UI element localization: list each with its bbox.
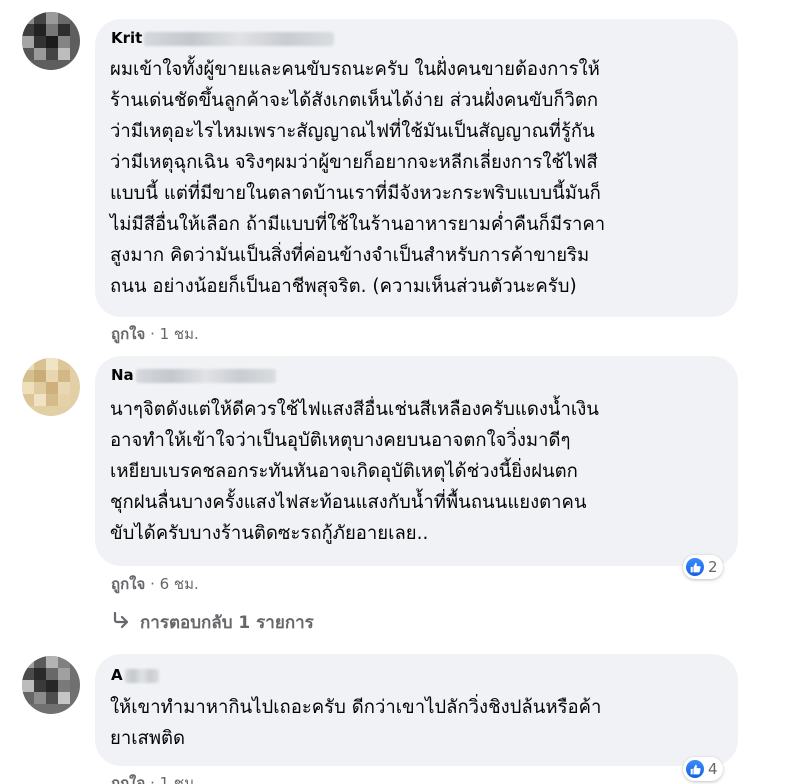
- thumbs-up-icon: [686, 760, 704, 778]
- blurred-name: [124, 668, 159, 683]
- blurred-name: [135, 368, 276, 383]
- comment-line: ชุกฝนลื่นบางครั้งแสงไฟสะท้อนแสงกับน้ำที่…: [110, 492, 587, 513]
- comment-text: ผมเข้าใจทั้งผู้ขายและคนขับรถนะครับ ในฝั่…: [110, 54, 605, 302]
- comment-line: ไม่มีสีอื่นให้เลือก ถ้ามีแบบที่ใช้ในร้าน…: [110, 214, 606, 235]
- comment-author[interactable]: Krit: [111, 29, 335, 47]
- comment-meta: ถูกใจ · 1 ชม.: [111, 322, 199, 346]
- comment-line: นาๆจิตดังแต่ให้ดีควรใช้ไฟแสงสีอื่นเช่นสี…: [110, 399, 599, 420]
- reaction-summary[interactable]: 4: [683, 757, 723, 781]
- comment-line: อาจทำให้เข้าใจว่าเป็นอุบัติเหตุบางคยบนอา…: [110, 430, 571, 451]
- comment-line: สูงมาก คิดว่ามันเป็นสิ่งที่ค่อนข้างจำเป็…: [110, 245, 590, 266]
- comment-line: เหยียบเบรคชลอกระทันหันอาจเกิดอุบัติเหตุไ…: [110, 461, 578, 482]
- blurred-name: [144, 31, 335, 46]
- comment-line: ผมเข้าใจทั้งผู้ขายและคนขับรถนะครับ ในฝั่…: [110, 59, 600, 80]
- timestamp[interactable]: 6 ชม.: [160, 575, 199, 593]
- like-link[interactable]: ถูกใจ: [111, 325, 145, 343]
- comment-line: ขับได้ครับบางร้านติดซะรถกู้ภัยอายเลย..: [110, 523, 429, 544]
- comment-meta: ถูกใจ · 1 ชม.: [111, 771, 199, 784]
- comment-line: ถนน อย่างน้อยก็เป็นอาชีพสุจริต. (ความเห็…: [110, 276, 577, 297]
- separator: ·: [150, 575, 155, 593]
- reaction-count: 2: [708, 558, 718, 576]
- author-name[interactable]: Na: [111, 366, 134, 384]
- like-link[interactable]: ถูกใจ: [111, 575, 145, 593]
- view-replies-link[interactable]: การตอบกลับ 1 รายการ: [112, 609, 314, 636]
- comment-text: นาๆจิตดังแต่ให้ดีควรใช้ไฟแสงสีอื่นเช่นสี…: [110, 394, 599, 549]
- reply-arrow-icon: [112, 611, 130, 633]
- avatar[interactable]: [22, 358, 80, 416]
- thumbs-up-icon: [686, 558, 704, 576]
- reaction-count: 4: [708, 760, 718, 778]
- comment-line: ร้านเด่นชัดขึ้นลูกค้าจะได้สังเกตเห็นได้ง…: [110, 90, 599, 111]
- comment-line: ให้เขาทำมาหากินไปเถอะครับ ดีกว่าเขาไปลัก…: [110, 697, 602, 718]
- view-replies-label[interactable]: การตอบกลับ 1 รายการ: [140, 609, 314, 636]
- separator: ·: [150, 774, 155, 784]
- like-link[interactable]: ถูกใจ: [111, 774, 145, 784]
- comment-thread: Krit ผมเข้าใจทั้งผู้ขายและคนขับรถนะครับ …: [0, 0, 800, 784]
- timestamp[interactable]: 1 ชม.: [160, 774, 199, 784]
- comment-line: ว่ามีเหตุฉุกเฉิน จริงๆผมว่าผู้ขายก็อยากจ…: [110, 152, 598, 173]
- comment-author[interactable]: A: [111, 666, 159, 684]
- comment-text: ให้เขาทำมาหากินไปเถอะครับ ดีกว่าเขาไปลัก…: [110, 692, 601, 754]
- comment-line: ว่ามีเหตุอะไรไหมเพราะสัญญาณไฟที่ใช้มันเป…: [110, 121, 595, 142]
- comment-meta: ถูกใจ · 6 ชม.: [111, 572, 199, 596]
- author-name[interactable]: A: [111, 666, 123, 684]
- comment-author[interactable]: Na: [111, 366, 276, 384]
- comment-line: แบบนี้ แต่ที่มีขายในตลาดบ้านเราที่มีจังห…: [110, 183, 601, 204]
- avatar[interactable]: [22, 656, 80, 714]
- timestamp[interactable]: 1 ชม.: [160, 325, 199, 343]
- avatar[interactable]: [22, 12, 80, 70]
- author-name[interactable]: Krit: [111, 29, 142, 47]
- reaction-summary[interactable]: 2: [683, 555, 723, 579]
- comment-line: ยาเสพติด: [110, 728, 186, 749]
- separator: ·: [150, 325, 155, 343]
